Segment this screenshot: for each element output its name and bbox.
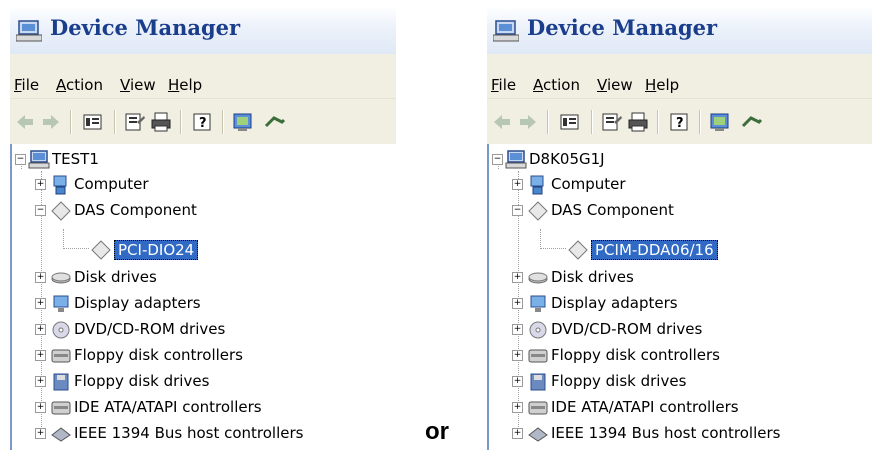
controller-icon bbox=[50, 397, 72, 419]
help-icon[interactable]: ? bbox=[669, 112, 691, 132]
window-title: Device Manager bbox=[50, 15, 241, 40]
cdrom-icon bbox=[527, 319, 549, 341]
menu-file[interactable]: File bbox=[491, 76, 516, 94]
help-icon[interactable]: ? bbox=[192, 112, 214, 132]
controller-icon bbox=[527, 345, 549, 367]
root-label: TEST1 bbox=[52, 150, 99, 168]
floppy-icon bbox=[50, 371, 72, 393]
svg-text:?: ? bbox=[676, 116, 684, 131]
diamond-icon bbox=[567, 239, 589, 261]
ieee1394-icon bbox=[50, 423, 72, 445]
network-icon[interactable] bbox=[741, 112, 763, 132]
scan-hardware-icon[interactable] bbox=[232, 112, 254, 132]
device-tree: − TEST1 + Computer − DAS Component PCI-D… bbox=[10, 144, 396, 450]
toolbar: ? bbox=[10, 98, 396, 145]
forward-arrow-icon[interactable] bbox=[517, 112, 539, 132]
menu-bar: File Action View Help bbox=[487, 54, 872, 98]
device-manager-window-right: Device Manager File Action View Help ? −… bbox=[487, 6, 872, 450]
disk-drive-icon bbox=[50, 267, 72, 289]
ieee1394-icon bbox=[527, 423, 549, 445]
menu-file[interactable]: File bbox=[14, 76, 39, 94]
forward-arrow-icon[interactable] bbox=[40, 112, 62, 132]
properties-icon[interactable] bbox=[124, 112, 146, 132]
computer-root-icon bbox=[505, 149, 527, 171]
device-manager-icon bbox=[492, 20, 520, 46]
menu-view[interactable]: View bbox=[597, 76, 633, 94]
svg-text:?: ? bbox=[199, 116, 207, 131]
menu-action[interactable]: Action bbox=[533, 76, 580, 94]
cdrom-icon bbox=[50, 319, 72, 341]
computer-root-icon bbox=[28, 149, 50, 171]
controller-icon bbox=[50, 345, 72, 367]
show-hide-tree-icon[interactable] bbox=[82, 112, 104, 132]
computer-icon bbox=[50, 174, 72, 196]
print-icon[interactable] bbox=[150, 112, 172, 132]
device-manager-window-left: Device Manager File Action View Help ? −… bbox=[10, 6, 396, 450]
print-icon[interactable] bbox=[627, 112, 649, 132]
menu-view[interactable]: View bbox=[120, 76, 156, 94]
menu-bar: File Action View Help bbox=[10, 54, 396, 98]
floppy-icon bbox=[527, 371, 549, 393]
properties-icon[interactable] bbox=[601, 112, 623, 132]
menu-action[interactable]: Action bbox=[56, 76, 103, 94]
back-arrow-icon[interactable] bbox=[14, 112, 36, 132]
show-hide-tree-icon[interactable] bbox=[559, 112, 581, 132]
root-label: D8K05G1J bbox=[529, 150, 605, 168]
title-bar[interactable]: Device Manager bbox=[487, 6, 872, 54]
diamond-icon bbox=[90, 239, 112, 261]
controller-icon bbox=[527, 397, 549, 419]
monitor-icon bbox=[50, 293, 72, 315]
diamond-icon bbox=[527, 200, 549, 222]
device-manager-icon bbox=[15, 20, 43, 46]
toolbar: ? bbox=[487, 98, 872, 145]
diamond-icon bbox=[50, 200, 72, 222]
title-bar[interactable]: Device Manager bbox=[10, 6, 396, 54]
computer-icon bbox=[527, 174, 549, 196]
back-arrow-icon[interactable] bbox=[491, 112, 513, 132]
monitor-icon bbox=[527, 293, 549, 315]
menu-help[interactable]: Help bbox=[645, 76, 679, 94]
scan-hardware-icon[interactable] bbox=[709, 112, 731, 132]
network-icon[interactable] bbox=[264, 112, 286, 132]
disk-drive-icon bbox=[527, 267, 549, 289]
window-title: Device Manager bbox=[527, 15, 718, 40]
menu-help[interactable]: Help bbox=[168, 76, 202, 94]
device-tree: − D8K05G1J + Computer − DAS Component PC… bbox=[487, 144, 872, 450]
or-separator: or bbox=[425, 418, 449, 445]
